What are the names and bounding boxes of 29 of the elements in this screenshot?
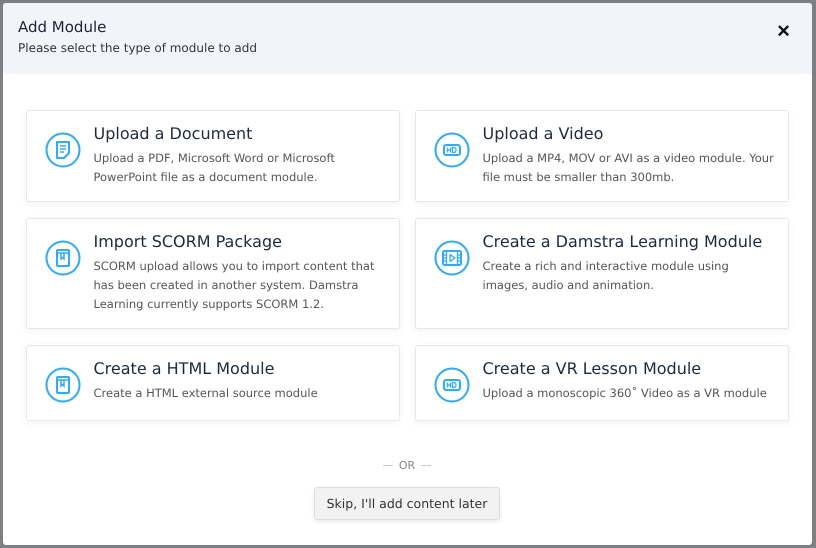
skip-button[interactable]: Skip, I'll add content later [314,487,500,520]
dialog-title: Add Module [18,18,108,36]
option-description: Create a HTML external source module [94,385,318,402]
option-description: Upload a PDF, Microsoft Word or Microsoft PowerPoint file as a document module. [94,150,336,186]
option-description: Create a rich and interactive module using images, audio and animation. [482,258,730,294]
module-option-card[interactable]: Upload a Document Upload a PDF, Microsoft Word or Microsoft PowerPoint file as a document module. [26,110,400,202]
module-option-card[interactable]: Import SCORM Package SCORM upload allows you to import content that has been created in another system. Damstra Learning currently supports SCORM 1.2. [26,218,400,329]
document-icon [44,132,80,168]
option-title: Import SCORM Package [94,232,283,251]
book-icon [44,367,80,403]
module-option-card[interactable]: Upload a Video Upload a MP4, MOV or AVI as a video module. Your file must be smaller than 300mb. [414,110,788,202]
dialog-subtitle: Please select the type of module to add [18,41,257,55]
hd-video-icon [434,132,470,168]
hd-video-icon [434,367,470,403]
film-play-icon [434,240,470,276]
option-title: Create a HTML Module [94,359,276,378]
or-separator: OR [398,459,416,472]
option-title: Upload a Video [482,124,604,143]
option-title: Create a VR Lesson Module [482,359,702,378]
module-option-card[interactable]: Create a HTML Module Create a HTML external source module [26,345,400,421]
option-description: SCORM upload allows you to import content that has been created in another system. Damstra Learning currently supports SCORM 1.2. [94,258,376,313]
option-title: Upload a Document [94,124,254,143]
close-button[interactable]: × [775,20,792,42]
module-option-card[interactable]: Create a Damstra Learning Module Create a rich and interactive module using images, audio and animation. [414,218,788,329]
option-description: Upload a monoscopic 360˚ Video as a VR module [482,385,767,402]
book-icon [44,240,80,276]
option-title: Create a Damstra Learning Module [482,232,764,251]
module-option-card[interactable]: Create a VR Lesson Module Upload a monoscopic 360˚ Video as a VR module [414,345,788,421]
option-description: Upload a MP4, MOV or AVI as a video module. Your file must be smaller than 300mb. [482,150,775,186]
